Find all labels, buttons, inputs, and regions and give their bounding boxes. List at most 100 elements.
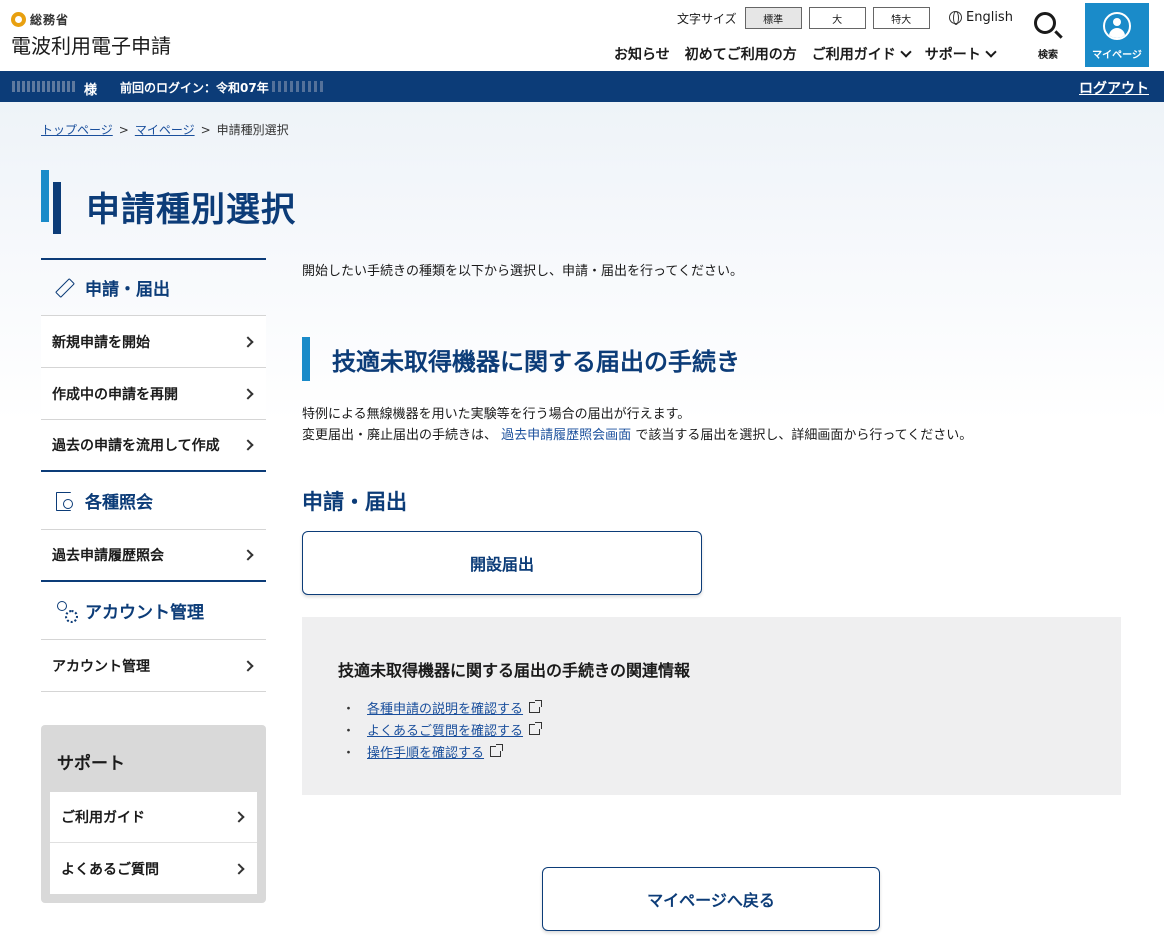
mypage-label: マイページ [1092, 50, 1142, 61]
sidebar-item-reuse-past[interactable]: 過去の申請を流用して作成 [41, 420, 266, 472]
nav-first-time-label: 初めてご利用の方 [684, 47, 797, 63]
chevron-right-icon [242, 335, 254, 348]
support-item-guide[interactable]: ご利用ガイド [50, 792, 257, 843]
breadcrumb-mypage[interactable]: マイページ [135, 121, 195, 138]
chevron-right-icon [242, 439, 254, 451]
description-line: 特例による無線機器を用いた実験等を行う場合の届出が行えます。 [302, 407, 691, 422]
sidebar: 申請・届出 新規申請を開始 作成中の申請を再開 過去の申請を流用して作成 各種照… [41, 258, 266, 692]
support-item-faq[interactable]: よくあるご質問 [50, 843, 257, 894]
site-header: 総務省 電波利用電子申請 文字サイズ 標準 大 特大 English お知らせ … [0, 0, 1164, 71]
bullet: ・ [342, 701, 356, 717]
font-size-standard-button[interactable]: 標準 [744, 7, 802, 29]
site-logo[interactable]: 総務省 電波利用電子申請 [11, 11, 171, 59]
sidebar-item-account[interactable]: アカウント管理 [41, 640, 266, 692]
related-info-title: 技適未取得機器に関する届出の手続きの関連情報 [338, 661, 691, 680]
honorific: 様 [84, 83, 98, 98]
breadcrumb-current: 申請種別選択 [216, 123, 289, 137]
back-to-mypage-button[interactable]: マイページへ戻る [542, 867, 880, 931]
sidebar-item-resume-draft[interactable]: 作成中の申請を再開 [41, 368, 266, 420]
font-size-large-button[interactable]: 大 [808, 7, 866, 29]
sidebar-item-label: 新規申請を開始 [52, 334, 150, 351]
chevron-right-icon [242, 387, 254, 400]
description-line: 変更届出・廃止届出の手続きは、 過去申請履歴照会画面 で該当する届出を選択し、詳… [302, 425, 972, 446]
opening-notification-button[interactable]: 開設届出 [302, 531, 702, 595]
search-icon [1034, 12, 1056, 34]
chevron-down-icon [985, 46, 997, 58]
sidebar-item-label: アカウント管理 [52, 658, 150, 675]
chevron-right-icon [233, 811, 245, 823]
chevron-right-icon [242, 549, 254, 561]
font-size-switcher: 文字サイズ 標準 大 特大 [677, 7, 937, 29]
search-button[interactable]: 検索 [1028, 10, 1068, 64]
sidebar-group-account: アカウント管理 [41, 582, 266, 640]
ministry-logo-icon [11, 12, 26, 27]
section-title: 技適未取得機器に関する届出の手続き [332, 347, 740, 376]
user-bar: 様 前回のログイン：令和07年 ログアウト [0, 71, 1164, 102]
page-title: 申請種別選択 [86, 190, 296, 230]
masked-login-date [272, 81, 324, 92]
logout-link[interactable]: ログアウト [1079, 78, 1149, 98]
sidebar-item-new-application[interactable]: 新規申請を開始 [41, 316, 266, 368]
nav-news-label: お知らせ [614, 47, 670, 63]
sidebar-group-inquiry: 各種照会 [41, 472, 266, 530]
support-item-label: よくあるご質問 [61, 861, 159, 878]
related-info-box: 技適未取得機器に関する届出の手続きの関連情報 ・各種申請の説明を確認する ・よく… [302, 617, 1121, 795]
history-inquiry-link[interactable]: 過去申請履歴照会画面 [501, 428, 631, 443]
section-accent-bar [302, 337, 310, 381]
nav-guide[interactable]: ご利用ガイド [811, 44, 912, 64]
user-icon [1103, 12, 1131, 40]
search-label: 検索 [1038, 50, 1058, 61]
nav-news[interactable]: お知らせ [614, 44, 670, 64]
related-link-manual[interactable]: 操作手順を確認する [367, 742, 484, 761]
user-settings-icon [55, 600, 78, 623]
org-name: 総務省 [30, 13, 70, 27]
intro-text: 開始したい手続きの種類を以下から選択し、申請・届出を行ってください。 [302, 264, 743, 279]
chevron-right-icon [242, 659, 254, 672]
chevron-right-icon [233, 862, 245, 875]
chevron-down-icon [900, 46, 912, 58]
bullet: ・ [342, 745, 356, 761]
list-item: ・操作手順を確認する [342, 740, 540, 762]
sidebar-group-title: 各種照会 [85, 493, 153, 513]
related-links-list: ・各種申請の説明を確認する ・よくあるご質問を確認する ・操作手順を確認する [342, 696, 543, 762]
last-login-text: 前回のログイン：令和07年 [120, 81, 269, 95]
site-title: 電波利用電子申請 [11, 34, 171, 58]
pencil-icon [55, 278, 75, 298]
bullet: ・ [342, 723, 356, 739]
nav-support[interactable]: サポート [924, 44, 997, 64]
nav-guide-label: ご利用ガイド [811, 47, 896, 63]
font-size-xlarge-button[interactable]: 特大 [872, 7, 930, 29]
external-link-icon [529, 699, 543, 713]
sidebar-group-title: アカウント管理 [85, 603, 204, 623]
support-title: サポート [57, 754, 125, 774]
support-list: ご利用ガイド よくあるご質問 [50, 792, 257, 894]
document-search-icon [55, 491, 75, 511]
sidebar-item-label: 過去の申請を流用して作成 [52, 438, 220, 454]
global-nav: お知らせ 初めてご利用の方 ご利用ガイド サポート [614, 44, 1010, 64]
related-link-faq[interactable]: よくあるご質問を確認する [367, 720, 523, 739]
font-size-label: 文字サイズ [677, 11, 737, 26]
masked-username [12, 81, 76, 92]
external-link-icon [529, 721, 543, 735]
related-link-explanation[interactable]: 各種申請の説明を確認する [367, 698, 523, 717]
mypage-button[interactable]: マイページ [1085, 3, 1149, 67]
breadcrumb: トップページ > マイページ > 申請種別選択 [41, 121, 289, 138]
external-link-icon [490, 743, 504, 757]
language-label: English [966, 10, 1013, 25]
section-heading: 技適未取得機器に関する届出の手続き [302, 337, 740, 381]
support-item-label: ご利用ガイド [61, 810, 145, 826]
nav-support-label: サポート [924, 47, 981, 63]
list-item: ・よくあるご質問を確認する [342, 718, 543, 740]
title-accent-bar [53, 182, 61, 234]
support-box: サポート ご利用ガイド よくあるご質問 [41, 725, 266, 903]
breadcrumb-top[interactable]: トップページ [41, 121, 113, 138]
description-text: で該当する届出を選択し、詳細画面から行ってください。 [635, 428, 973, 443]
sidebar-group-application: 申請・届出 [41, 258, 266, 316]
globe-icon [949, 11, 962, 25]
language-switch[interactable]: English [949, 10, 1013, 25]
sub-title: 申請・届出 [302, 490, 407, 514]
breadcrumb-separator: > [118, 122, 129, 137]
section-description: 特例による無線機器を用いた実験等を行う場合の届出が行えます。 変更届出・廃止届出… [302, 404, 972, 446]
sidebar-item-history[interactable]: 過去申請履歴照会 [41, 530, 266, 582]
nav-first-time[interactable]: 初めてご利用の方 [685, 44, 797, 64]
